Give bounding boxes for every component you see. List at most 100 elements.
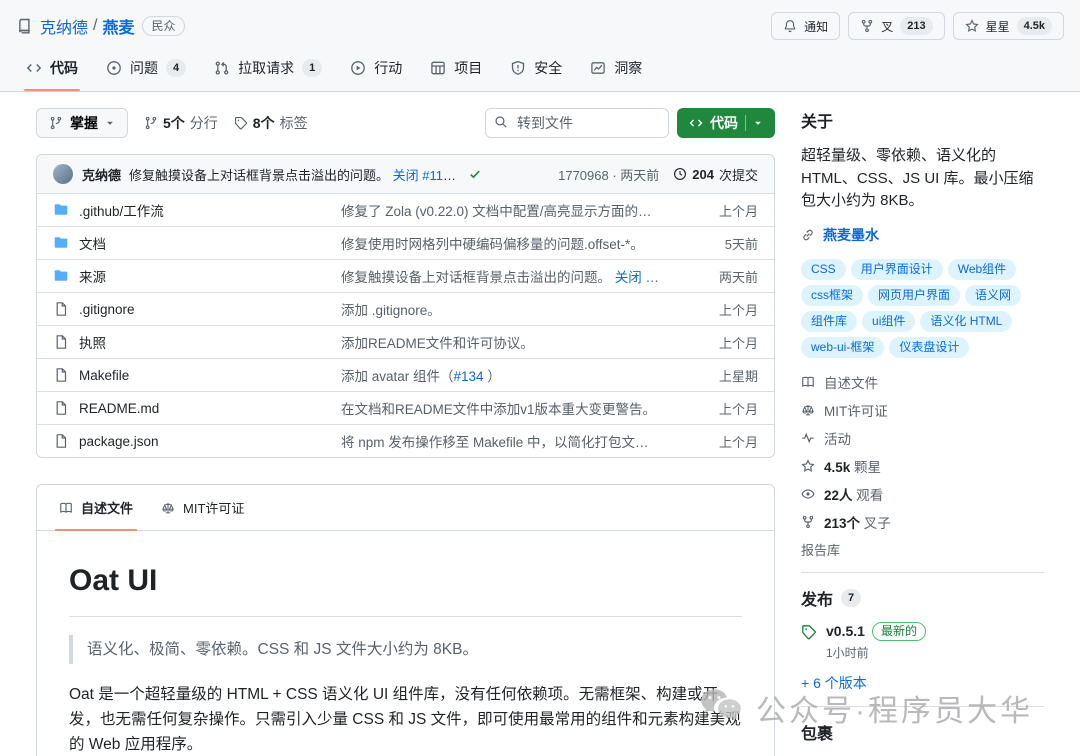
website-link[interactable]: 燕麦墨水 (801, 225, 1044, 245)
branches-label: 分行 (190, 113, 218, 133)
file-commit-message[interactable]: 添加 avatar 组件（#134 ） (341, 365, 672, 385)
tab-insights[interactable]: 洞察 (580, 52, 652, 91)
file-name[interactable]: 执照 (79, 332, 106, 352)
topic-tag[interactable]: Web组件 (948, 259, 1016, 280)
topic-tag[interactable]: CSS (801, 259, 846, 280)
file-commit-message[interactable]: 修复了 Zola (v0.22.0) 文档中配置/高亮显示方面的重大更改。 ..… (341, 200, 672, 220)
file-commit-message[interactable]: 修复使用时网格列中硬编码偏移量的问题.offset-*。 (341, 233, 672, 253)
pull-requests-count: 1 (302, 59, 322, 77)
table-row[interactable]: package.json 将 npm 发布操作移至 Makefile 中，以简化… (37, 424, 774, 457)
topic-tags: CSS 用户界面设计 Web组件 css框架 网页用户界面 语义网 组件库 ui… (801, 259, 1044, 358)
tab-readme[interactable]: 自述文件 (47, 485, 145, 530)
commit-message-link[interactable]: 关闭 #118 (615, 270, 672, 285)
file-name[interactable]: package.json (79, 434, 159, 449)
stat-stars[interactable]: 4.5k 颗星 (801, 456, 1044, 476)
file-name[interactable]: README.md (79, 401, 159, 416)
file-commit-message[interactable]: 添加 .gitignore。 (341, 299, 672, 319)
bell-icon (783, 19, 797, 33)
topic-tag[interactable]: 语义网 (965, 285, 1021, 306)
commit-message[interactable]: 修复触摸设备上对话框背景点击溢出的问题。 关闭 #118 。 (129, 165, 459, 184)
tags-label: 标签 (280, 113, 308, 133)
table-row[interactable]: .gitignore 添加 .gitignore。 上个月 (37, 292, 774, 325)
graph-icon (590, 60, 606, 76)
stat-license[interactable]: MIT许可证 (801, 400, 1044, 420)
file-commit-date: 上个月 (672, 432, 758, 451)
website-link-label: 燕麦墨水 (823, 225, 879, 245)
table-row[interactable]: 文档 修复使用时网格列中硬编码偏移量的问题.offset-*。 5天前 (37, 226, 774, 259)
tab-projects-label: 项目 (454, 58, 482, 78)
readme-content: Oat UI 语义化、极简、零依赖。CSS 和 JS 文件大小约为 8KB。 O… (37, 531, 774, 756)
stat-readme[interactable]: 自述文件 (801, 372, 1044, 392)
more-releases-link[interactable]: + 6 个版本 (801, 673, 1044, 693)
commit-history-link[interactable]: 204 次提交 (673, 165, 758, 184)
topic-tag[interactable]: 仪表盘设计 (889, 337, 969, 358)
releases-title[interactable]: 发布 7 (801, 586, 1044, 610)
repo-name-link[interactable]: 燕麦 (102, 14, 134, 38)
code-button[interactable]: 代码 (677, 108, 775, 138)
commit-message-text: 修复触摸设备上对话框背景点击溢出的问题。 (129, 168, 389, 183)
file-commit-message[interactable]: 将 npm 发布操作移至 Makefile 中，以简化打包文件的路径。 (341, 431, 672, 451)
file-name[interactable]: 文档 (79, 233, 106, 253)
tab-security[interactable]: 安全 (500, 52, 572, 91)
table-row[interactable]: README.md 在文档和README文件中添加v1版本重大变更警告。 上个月 (37, 391, 774, 424)
file-commit-message[interactable]: 修复触摸设备上对话框背景点击溢出的问题。 关闭 #118 。 (341, 266, 672, 286)
file-name[interactable]: .github/工作流 (79, 200, 164, 220)
tab-actions[interactable]: 行动 (340, 52, 412, 91)
check-icon[interactable] (468, 167, 482, 181)
topic-tag[interactable]: css框架 (801, 285, 863, 306)
eye-icon (801, 487, 815, 501)
commit-message-link[interactable]: #134 (454, 369, 484, 384)
search-icon (494, 115, 508, 129)
commit-issue-link[interactable]: 关闭 #118 (393, 168, 456, 183)
tab-actions-label: 行动 (374, 58, 402, 78)
latest-release[interactable]: v0.5.1 最新的 1小时前 (801, 622, 1044, 661)
stat-forks[interactable]: 213个 叉子 (801, 512, 1044, 532)
tab-projects[interactable]: 项目 (420, 52, 492, 91)
topic-tag[interactable]: 组件库 (801, 311, 857, 332)
tab-readme-label: 自述文件 (81, 498, 133, 517)
fork-count: 213 (900, 17, 932, 35)
topic-tag[interactable]: web-ui-框架 (801, 337, 884, 358)
star-button[interactable]: 星星 4.5k (953, 12, 1064, 40)
topic-tag[interactable]: 语义化 HTML (920, 311, 1012, 332)
git-branch-icon (49, 116, 63, 130)
stat-watchers[interactable]: 22人 观看 (801, 484, 1044, 504)
tags-link[interactable]: 8个 标签 (234, 113, 308, 133)
avatar[interactable] (53, 164, 73, 184)
topic-tag[interactable]: 用户界面设计 (851, 259, 943, 280)
releases-title-label: 发布 (801, 586, 833, 610)
file-commit-message[interactable]: 在文档和README文件中添加v1版本重大变更警告。 (341, 398, 672, 418)
file-name[interactable]: .gitignore (79, 302, 135, 317)
about-title: 关于 (801, 108, 1044, 132)
star-icon (965, 19, 979, 33)
topic-tag[interactable]: ui组件 (862, 311, 915, 332)
goto-file-input[interactable] (485, 108, 669, 138)
table-row[interactable]: .github/工作流 修复了 Zola (v0.22.0) 文档中配置/高亮显… (37, 193, 774, 226)
topic-tag[interactable]: 网页用户界面 (868, 285, 960, 306)
file-name[interactable]: Makefile (79, 368, 129, 383)
file-name[interactable]: 来源 (79, 266, 106, 286)
chevron-down-icon (105, 115, 115, 131)
commit-hash-time[interactable]: 1770968 · 两天前 (558, 165, 659, 184)
tab-license[interactable]: MIT许可证 (149, 485, 256, 530)
table-row[interactable]: 执照 添加README文件和许可协议。 上个月 (37, 325, 774, 358)
fork-button[interactable]: 叉 213 (848, 12, 944, 40)
commit-author[interactable]: 克纳德 (82, 165, 121, 184)
tab-pull-requests-label: 拉取请求 (238, 58, 294, 78)
tab-issues[interactable]: 问题 4 (96, 52, 196, 91)
code-icon (26, 60, 42, 76)
table-row[interactable]: 来源 修复触摸设备上对话框背景点击溢出的问题。 关闭 #118 。 两天前 (37, 259, 774, 292)
stat-activity[interactable]: 活动 (801, 428, 1044, 448)
branch-selector-button[interactable]: 掌握 (36, 108, 128, 138)
tab-code[interactable]: 代码 (16, 52, 88, 91)
book-icon (59, 501, 73, 515)
branches-link[interactable]: 5个 分行 (144, 113, 218, 133)
file-commit-message[interactable]: 添加README文件和许可协议。 (341, 332, 672, 352)
tab-pull-requests[interactable]: 拉取请求 1 (204, 52, 332, 91)
repo-owner-link[interactable]: 克纳德 (40, 14, 88, 38)
history-icon (673, 167, 687, 181)
notifications-button[interactable]: 通知 (771, 12, 840, 40)
report-repo-link[interactable]: 报告库 (801, 540, 1044, 559)
table-row[interactable]: Makefile 添加 avatar 组件（#134 ） 上星期 (37, 358, 774, 391)
issues-count: 4 (166, 59, 186, 77)
